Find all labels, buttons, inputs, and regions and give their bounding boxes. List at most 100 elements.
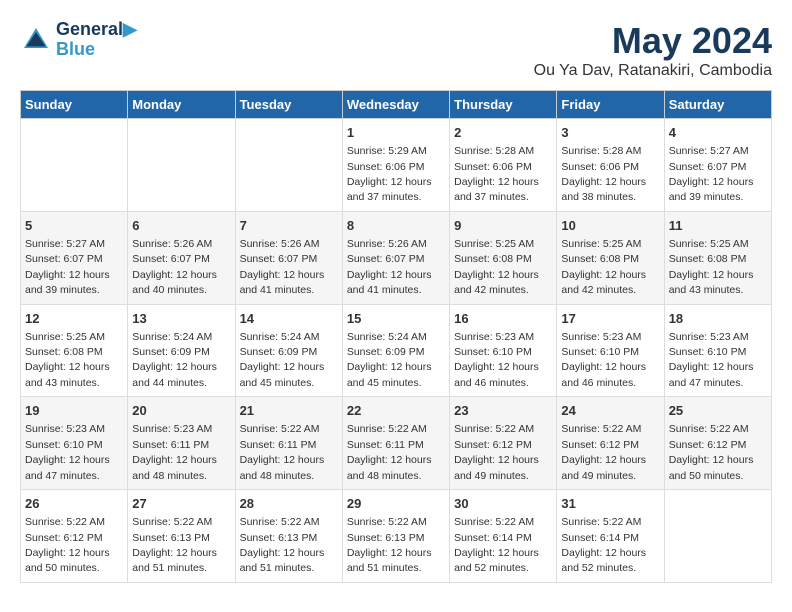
day-info: Sunrise: 5:22 AM Sunset: 6:14 PM Dayligh… [561,516,646,574]
calendar-cell: 21Sunrise: 5:22 AM Sunset: 6:11 PM Dayli… [235,397,342,490]
day-number: 17 [561,310,659,328]
day-info: Sunrise: 5:22 AM Sunset: 6:12 PM Dayligh… [561,423,646,481]
calendar-cell [664,490,771,583]
day-number: 23 [454,402,552,420]
calendar-cell: 16 Sunrise: 5:23 AM Sunset: 6:10 PM Dayli… [450,304,557,397]
day-info: Sunrise: 5:22 AM Sunset: 6:13 PM Dayligh… [132,516,217,574]
day-number: 31 [561,495,659,513]
day-number: 22 [347,402,445,420]
day-number: 30 [454,495,552,513]
day-number: 11 [669,217,767,235]
calendar-cell: 24 Sunrise: 5:22 AM Sunset: 6:12 PM Dayli… [557,397,664,490]
day-number: 12 [25,310,123,328]
calendar-cell: 19Sunrise: 5:23 AM Sunset: 6:10 PM Dayli… [21,397,128,490]
calendar-cell: 3 Sunrise: 5:28 AM Sunset: 6:06 PM Daylig… [557,119,664,212]
day-info: Sunrise: 5:29 AM Sunset: 6:06 PM Dayligh… [347,145,432,203]
header-row: SundayMondayTuesdayWednesdayThursdayFrid… [21,91,772,119]
day-number: 25 [669,402,767,420]
calendar-cell: 10 Sunrise: 5:25 AM Sunset: 6:08 PM Dayli… [557,211,664,304]
week-row-3: 12 Sunrise: 5:25 AM Sunset: 6:08 PM Dayli… [21,304,772,397]
calendar-cell: 9 Sunrise: 5:25 AM Sunset: 6:08 PM Daylig… [450,211,557,304]
logo-icon [20,24,52,56]
day-info: Sunrise: 5:22 AM Sunset: 6:12 PM Dayligh… [454,423,539,481]
calendar-cell: 28 Sunrise: 5:22 AM Sunset: 6:13 PM Dayli… [235,490,342,583]
day-number: 29 [347,495,445,513]
day-info: Sunrise: 5:25 AM Sunset: 6:08 PM Dayligh… [454,238,539,296]
header-cell-saturday: Saturday [664,91,771,119]
day-number: 3 [561,124,659,142]
calendar-cell: 27 Sunrise: 5:22 AM Sunset: 6:13 PM Dayli… [128,490,235,583]
calendar-table: SundayMondayTuesdayWednesdayThursdayFrid… [20,90,772,583]
day-number: 27 [132,495,230,513]
week-row-1: 1 Sunrise: 5:29 AM Sunset: 6:06 PM Daylig… [21,119,772,212]
calendar-cell [21,119,128,212]
day-info: Sunrise: 5:26 AM Sunset: 6:07 PM Dayligh… [132,238,217,296]
main-title: May 2024 [534,20,772,62]
logo: General▶ Blue [20,20,137,60]
day-info: Sunrise: 5:24 AM Sunset: 6:09 PM Dayligh… [132,331,217,389]
calendar-cell: 7Sunrise: 5:26 AM Sunset: 6:07 PM Daylig… [235,211,342,304]
title-area: May 2024 Ou Ya Dav, Ratanakiri, Cambodia [534,20,772,80]
day-info: Sunrise: 5:24 AM Sunset: 6:09 PM Dayligh… [240,331,325,389]
day-info: Sunrise: 5:27 AM Sunset: 6:07 PM Dayligh… [669,145,754,203]
calendar-cell: 5 Sunrise: 5:27 AM Sunset: 6:07 PM Daylig… [21,211,128,304]
header-cell-monday: Monday [128,91,235,119]
day-number: 1 [347,124,445,142]
calendar-cell: 23 Sunrise: 5:22 AM Sunset: 6:12 PM Dayli… [450,397,557,490]
day-number: 5 [25,217,123,235]
calendar-cell: 8Sunrise: 5:26 AM Sunset: 6:07 PM Daylig… [342,211,449,304]
day-info: Sunrise: 5:26 AM Sunset: 6:07 PM Dayligh… [240,238,325,296]
day-info: Sunrise: 5:24 AM Sunset: 6:09 PM Dayligh… [347,331,432,389]
day-number: 10 [561,217,659,235]
calendar-cell: 4Sunrise: 5:27 AM Sunset: 6:07 PM Daylig… [664,119,771,212]
week-row-5: 26 Sunrise: 5:22 AM Sunset: 6:12 PM Dayli… [21,490,772,583]
calendar-cell: 30Sunrise: 5:22 AM Sunset: 6:14 PM Dayli… [450,490,557,583]
calendar-cell: 29Sunrise: 5:22 AM Sunset: 6:13 PM Dayli… [342,490,449,583]
day-number: 18 [669,310,767,328]
header-cell-thursday: Thursday [450,91,557,119]
day-info: Sunrise: 5:22 AM Sunset: 6:12 PM Dayligh… [25,516,110,574]
day-number: 8 [347,217,445,235]
calendar-cell: 1 Sunrise: 5:29 AM Sunset: 6:06 PM Daylig… [342,119,449,212]
calendar-cell: 22Sunrise: 5:22 AM Sunset: 6:11 PM Dayli… [342,397,449,490]
header-cell-tuesday: Tuesday [235,91,342,119]
calendar-cell: 25 Sunrise: 5:22 AM Sunset: 6:12 PM Dayli… [664,397,771,490]
day-info: Sunrise: 5:27 AM Sunset: 6:07 PM Dayligh… [25,238,110,296]
day-number: 28 [240,495,338,513]
day-info: Sunrise: 5:22 AM Sunset: 6:12 PM Dayligh… [669,423,754,481]
week-row-4: 19Sunrise: 5:23 AM Sunset: 6:10 PM Dayli… [21,397,772,490]
day-number: 9 [454,217,552,235]
day-info: Sunrise: 5:23 AM Sunset: 6:10 PM Dayligh… [454,331,539,389]
day-number: 19 [25,402,123,420]
day-number: 26 [25,495,123,513]
calendar-cell: 17 Sunrise: 5:23 AM Sunset: 6:10 PM Dayli… [557,304,664,397]
day-info: Sunrise: 5:28 AM Sunset: 6:06 PM Dayligh… [561,145,646,203]
calendar-cell: 12 Sunrise: 5:25 AM Sunset: 6:08 PM Dayli… [21,304,128,397]
day-number: 16 [454,310,552,328]
header-cell-wednesday: Wednesday [342,91,449,119]
day-info: Sunrise: 5:25 AM Sunset: 6:08 PM Dayligh… [669,238,754,296]
calendar-cell: 2Sunrise: 5:28 AM Sunset: 6:06 PM Daylig… [450,119,557,212]
day-number: 6 [132,217,230,235]
calendar-cell: 6 Sunrise: 5:26 AM Sunset: 6:07 PM Daylig… [128,211,235,304]
day-info: Sunrise: 5:22 AM Sunset: 6:11 PM Dayligh… [240,423,325,481]
day-info: Sunrise: 5:23 AM Sunset: 6:10 PM Dayligh… [561,331,646,389]
day-number: 20 [132,402,230,420]
day-info: Sunrise: 5:23 AM Sunset: 6:10 PM Dayligh… [669,331,754,389]
day-info: Sunrise: 5:22 AM Sunset: 6:13 PM Dayligh… [240,516,325,574]
day-number: 24 [561,402,659,420]
day-number: 13 [132,310,230,328]
calendar-cell: 26 Sunrise: 5:22 AM Sunset: 6:12 PM Dayli… [21,490,128,583]
day-info: Sunrise: 5:25 AM Sunset: 6:08 PM Dayligh… [25,331,110,389]
subtitle: Ou Ya Dav, Ratanakiri, Cambodia [534,62,772,80]
logo-text: General▶ Blue [56,20,137,60]
day-number: 15 [347,310,445,328]
day-number: 14 [240,310,338,328]
day-info: Sunrise: 5:23 AM Sunset: 6:11 PM Dayligh… [132,423,217,481]
calendar-cell [235,119,342,212]
header-cell-sunday: Sunday [21,91,128,119]
calendar-cell: 13 Sunrise: 5:24 AM Sunset: 6:09 PM Dayli… [128,304,235,397]
day-info: Sunrise: 5:28 AM Sunset: 6:06 PM Dayligh… [454,145,539,203]
day-info: Sunrise: 5:25 AM Sunset: 6:08 PM Dayligh… [561,238,646,296]
calendar-cell: 15 Sunrise: 5:24 AM Sunset: 6:09 PM Dayli… [342,304,449,397]
